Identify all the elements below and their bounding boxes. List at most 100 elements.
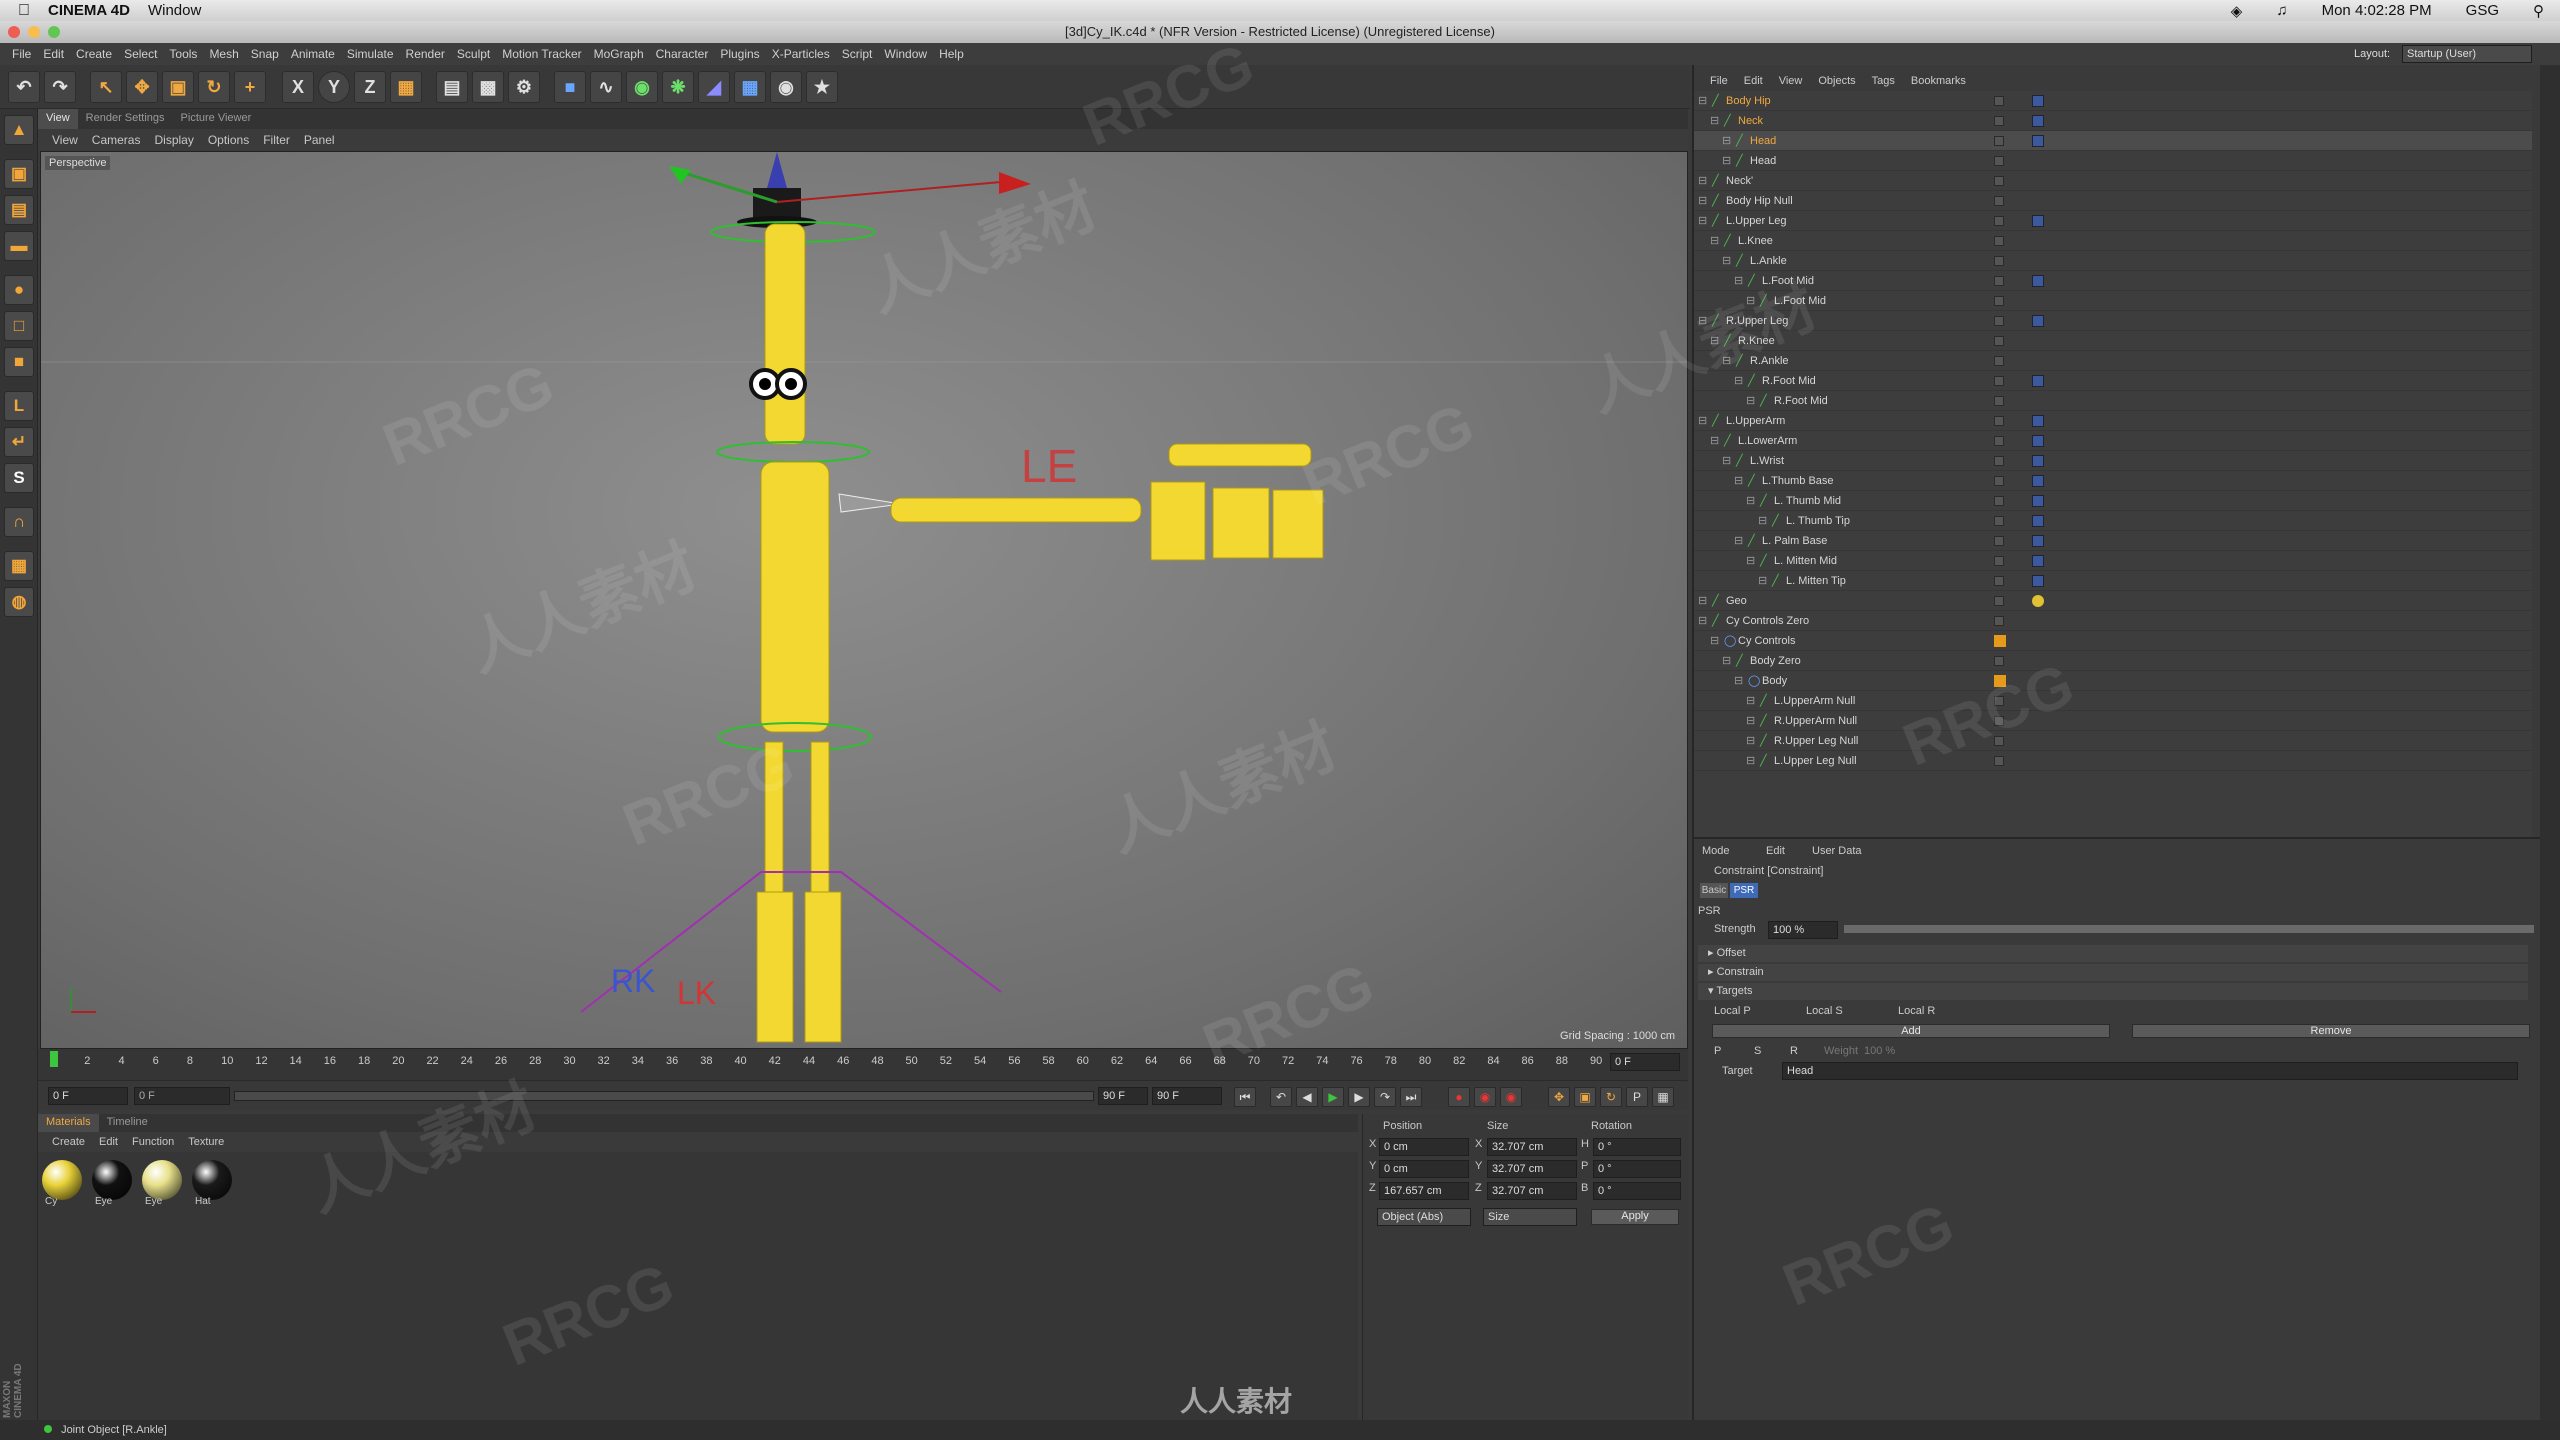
tab-timeline[interactable]: Timeline: [99, 1114, 156, 1132]
remove-target-button[interactable]: Remove: [2132, 1024, 2530, 1038]
layout-dropdown[interactable]: Startup (User): [2402, 45, 2532, 63]
undo-icon[interactable]: ↶: [8, 71, 40, 103]
visibility-toggle[interactable]: [1994, 456, 2004, 466]
material-tag-icon[interactable]: [2032, 595, 2044, 607]
ik-tag-icon[interactable]: [2032, 315, 2044, 327]
current-frame-field[interactable]: 0 F: [1610, 1053, 1680, 1071]
polygons-mode-icon[interactable]: ■: [4, 347, 34, 377]
object-row[interactable]: ⊟ ╱ Geo: [1694, 591, 2532, 611]
attr-tab-psr[interactable]: PSR: [1730, 883, 1758, 898]
left-leg-mesh[interactable]: [756, 891, 794, 1043]
object-list[interactable]: ⊟ ╱ Body Hip ⊟ ╱ Neck ⊟ ╱ Head ⊟ ╱ Head ⊟ ╱ Neck' ⊟ ╱ Bod…: [1694, 91, 2532, 837]
visibility-toggle[interactable]: [1994, 616, 2004, 626]
rotation-field[interactable]: 0 °: [1593, 1182, 1681, 1200]
visibility-toggle[interactable]: [1994, 736, 2004, 746]
visibility-toggle[interactable]: [1994, 176, 2004, 186]
tab-picture-viewer[interactable]: Picture Viewer: [173, 109, 260, 129]
object-row[interactable]: ⊟ ╱ L.UpperArm Null: [1694, 691, 2532, 711]
rotation-field[interactable]: 0 °: [1593, 1138, 1681, 1156]
expand-toggle-icon[interactable]: ⊟: [1746, 751, 1755, 771]
rotate-tool-icon[interactable]: ↻: [198, 71, 230, 103]
object-row[interactable]: ⊟ ╱ L.Upper Leg: [1694, 211, 2532, 231]
flag-s[interactable]: S: [1754, 1045, 1761, 1057]
texture-mode-icon[interactable]: ▤: [4, 195, 34, 225]
strength-field[interactable]: 100 %: [1768, 921, 1838, 939]
viewport-menu-item[interactable]: View: [52, 133, 78, 147]
cube-primitive-icon[interactable]: ■: [554, 71, 586, 103]
render-view-icon[interactable]: ▤: [436, 71, 468, 103]
object-name[interactable]: L. Mitten Mid: [1774, 551, 1837, 571]
record-icon[interactable]: ●: [1448, 1087, 1470, 1107]
object-name[interactable]: L.UpperArm Null: [1774, 691, 1855, 711]
key-position-icon[interactable]: ✥: [1548, 1087, 1570, 1107]
visibility-toggle[interactable]: [1994, 416, 2004, 426]
visibility-toggle[interactable]: [1994, 516, 2004, 526]
expand-toggle-icon[interactable]: ⊟: [1746, 691, 1755, 711]
ik-tag-icon[interactable]: [2032, 535, 2044, 547]
scale-tool-icon[interactable]: ▣: [162, 71, 194, 103]
expand-toggle-icon[interactable]: ⊟: [1722, 651, 1731, 671]
expand-toggle-icon[interactable]: ⊟: [1746, 391, 1755, 411]
expand-toggle-icon[interactable]: ⊟: [1722, 351, 1731, 371]
render-picture-icon[interactable]: ▩: [472, 71, 504, 103]
expand-toggle-icon[interactable]: ⊟: [1722, 251, 1731, 271]
weight-field[interactable]: 100 %: [1864, 1045, 1895, 1057]
om-menu-item[interactable]: Edit: [1744, 75, 1763, 87]
points-mode-icon[interactable]: ●: [4, 275, 34, 305]
material-menu-item[interactable]: Function: [132, 1136, 174, 1148]
position-field[interactable]: 167.657 cm: [1379, 1182, 1469, 1200]
expand-toggle-icon[interactable]: ⊟: [1698, 91, 1707, 111]
expand-toggle-icon[interactable]: ⊟: [1710, 631, 1719, 651]
expand-toggle-icon[interactable]: ⊟: [1746, 291, 1755, 311]
tweak-mode-icon[interactable]: ↵: [4, 427, 34, 457]
apple-icon[interactable]: : [18, 2, 30, 20]
menu-item[interactable]: File: [12, 47, 31, 61]
target-link-field[interactable]: Head: [1782, 1062, 2518, 1080]
ik-tag-icon[interactable]: [2032, 275, 2044, 287]
rotation-field[interactable]: 0 °: [1593, 1160, 1681, 1178]
object-name[interactable]: R.Upper Leg Null: [1774, 731, 1858, 751]
local-p-checkbox[interactable]: Local P: [1714, 1005, 1751, 1017]
menu-item[interactable]: MoGraph: [594, 47, 644, 61]
deformer-icon[interactable]: ◢: [698, 71, 730, 103]
next-key-icon[interactable]: ↷: [1374, 1087, 1396, 1107]
visibility-toggle[interactable]: [1994, 436, 2004, 446]
tab-view[interactable]: View: [38, 109, 78, 129]
local-s-checkbox[interactable]: Local S: [1806, 1005, 1843, 1017]
coordinate-system-icon[interactable]: ▦: [390, 71, 422, 103]
preview-end-field[interactable]: 90 F: [1098, 1087, 1148, 1105]
object-name[interactable]: L.Upper Leg Null: [1774, 751, 1857, 771]
next-frame-icon[interactable]: ▶: [1348, 1087, 1370, 1107]
viewport-menu-item[interactable]: Filter: [263, 133, 290, 147]
expand-toggle-icon[interactable]: ⊟: [1734, 371, 1743, 391]
menu-item[interactable]: Render: [406, 47, 445, 61]
menu-item[interactable]: Edit: [43, 47, 64, 61]
visibility-toggle[interactable]: [1994, 556, 2004, 566]
key-pla-icon[interactable]: ▦: [1652, 1087, 1674, 1107]
add-target-button[interactable]: Add: [1712, 1024, 2110, 1038]
expand-toggle-icon[interactable]: ⊟: [1746, 711, 1755, 731]
layer-color-icon[interactable]: [1994, 675, 2006, 687]
volume-icon[interactable]: ♫: [2276, 2, 2287, 19]
ik-tag-icon[interactable]: [2032, 555, 2044, 567]
object-row[interactable]: ⊟ ╱ L.Foot Mid: [1694, 271, 2532, 291]
magnet-icon[interactable]: ∩: [4, 507, 34, 537]
menu-item[interactable]: Simulate: [347, 47, 394, 61]
object-name[interactable]: L.Foot Mid: [1774, 291, 1826, 311]
expand-toggle-icon[interactable]: ⊟: [1746, 491, 1755, 511]
position-field[interactable]: 0 cm: [1379, 1160, 1469, 1178]
tab-render-settings[interactable]: Render Settings: [78, 109, 173, 129]
flag-r[interactable]: R: [1790, 1045, 1798, 1057]
visibility-toggle[interactable]: [1994, 96, 2004, 106]
object-name[interactable]: Body Hip: [1726, 91, 1771, 111]
visibility-toggle[interactable]: [1994, 596, 2004, 606]
key-scale-icon[interactable]: ▣: [1574, 1087, 1596, 1107]
move-tool-icon[interactable]: ✥: [126, 71, 158, 103]
om-menu-item[interactable]: View: [1779, 75, 1803, 87]
object-row[interactable]: ⊟ ◯ Cy Controls: [1694, 631, 2532, 651]
group-offset[interactable]: ▸ Offset: [1698, 945, 2528, 962]
visibility-toggle[interactable]: [1994, 216, 2004, 226]
size-field[interactable]: 32.707 cm: [1487, 1138, 1577, 1156]
array-icon[interactable]: ❋: [662, 71, 694, 103]
autokey-icon[interactable]: ◉: [1474, 1087, 1496, 1107]
